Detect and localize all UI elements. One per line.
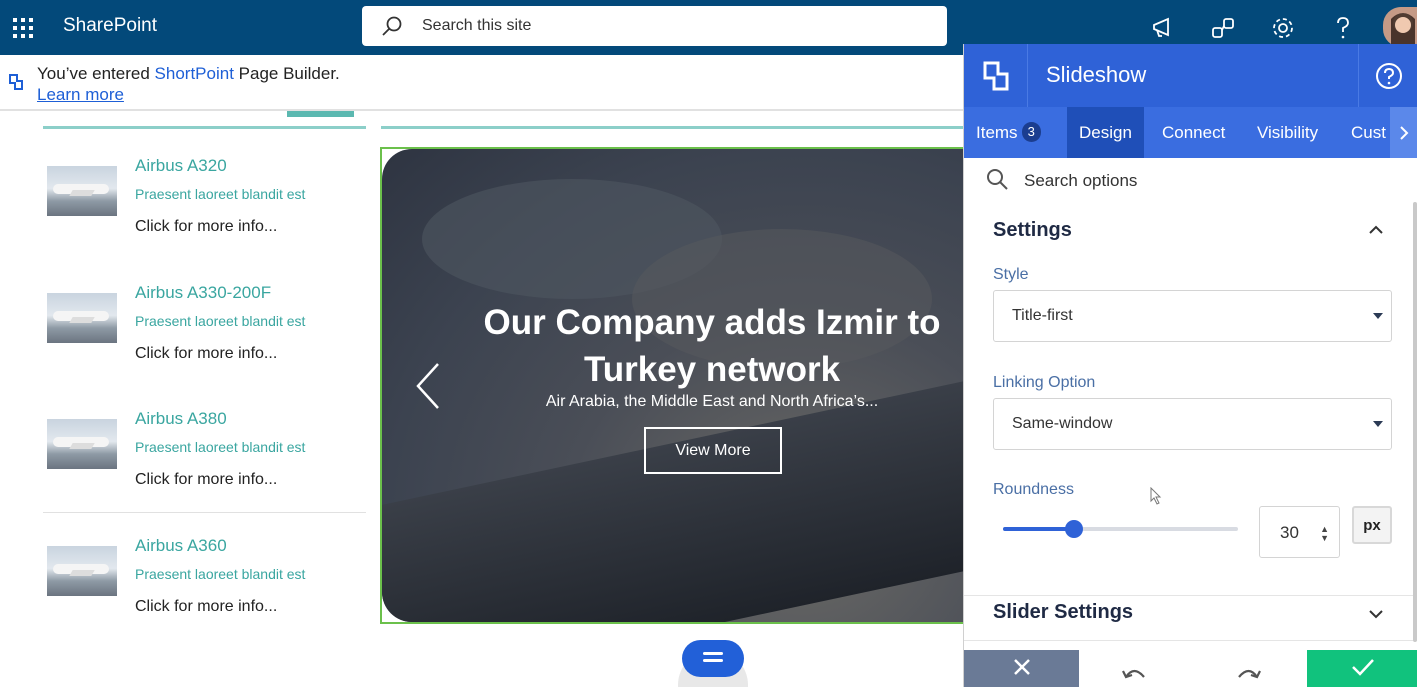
spinner-arrows-icon[interactable]: ▲ ▼ — [1320, 525, 1329, 543]
search-icon — [362, 15, 422, 37]
close-icon — [1013, 658, 1031, 679]
megaphone-icon[interactable] — [1147, 12, 1179, 44]
slider-settings-section[interactable]: Slider Settings — [964, 595, 1417, 641]
cancel-button[interactable] — [964, 650, 1079, 687]
roundness-slider-thumb[interactable] — [1064, 520, 1083, 538]
list-item-more-link[interactable]: Click for more info... — [135, 471, 277, 489]
mouse-cursor-icon — [1150, 486, 1162, 510]
notice-prefix: You’ve entered — [37, 64, 155, 83]
site-search-box[interactable]: Search this site — [362, 6, 947, 46]
search-icon — [986, 168, 1008, 195]
caret-down-icon — [1373, 313, 1383, 319]
style-select-value: Title-first — [1012, 307, 1073, 324]
slider-settings-heading[interactable]: Slider Settings — [993, 601, 1133, 624]
learn-more-link[interactable]: Learn more — [37, 84, 340, 105]
tab-design[interactable]: Design — [1067, 107, 1144, 158]
tab-items-label: Items — [976, 123, 1018, 142]
list-item-title[interactable]: Airbus A360 — [135, 536, 227, 556]
linking-option-select[interactable]: Same-window — [993, 398, 1392, 450]
waffle-icon[interactable] — [0, 0, 46, 55]
list-item-more-link[interactable]: Click for more info... — [135, 218, 277, 236]
page-menu-button[interactable] — [682, 640, 744, 677]
list-item-subtitle: Praesent laoreet blandit est — [135, 313, 306, 329]
list-item-subtitle: Praesent laoreet blandit est — [135, 439, 306, 455]
slideshow-slide[interactable]: Our Company adds Izmir to Turkey network… — [382, 149, 982, 622]
checkmark-icon — [1351, 658, 1375, 679]
panel-footer — [964, 650, 1417, 687]
airplane-thumbnail — [47, 166, 117, 216]
list-header-underline — [43, 126, 366, 129]
tab-visibility[interactable]: Visibility — [1245, 107, 1330, 158]
slide-subtitle: Air Arabia, the Middle East and North Af… — [545, 393, 879, 410]
help-icon[interactable] — [1327, 12, 1359, 44]
roundness-slider-fill — [1003, 527, 1074, 531]
tab-connect[interactable]: Connect — [1150, 107, 1237, 158]
linking-option-value: Same-window — [1012, 415, 1113, 432]
shortpoint-logo-icon — [8, 73, 24, 96]
slideshow-header-underline — [381, 126, 963, 129]
list-divider — [43, 512, 366, 513]
notice-suffix: Page Builder. — [233, 64, 340, 83]
airplane-thumbnail — [47, 293, 117, 343]
apply-button[interactable] — [1307, 650, 1417, 687]
slide-title: Our Company adds Izmir to Turkey network — [483, 303, 941, 389]
panel-header: Slideshow — [964, 44, 1417, 107]
list-item[interactable]: Airbus A320 Praesent laoreet blandit est… — [43, 156, 366, 266]
notice-text: You’ve entered ShortPoint Page Builder. … — [37, 63, 340, 105]
roundness-slider[interactable] — [1003, 520, 1238, 538]
shortpoint-logo-icon — [964, 44, 1028, 107]
airplane-thumbnail — [47, 419, 117, 469]
list-item-subtitle: Praesent laoreet blandit est — [135, 566, 306, 582]
avatar[interactable] — [1383, 7, 1417, 47]
roundness-value: 30 — [1280, 523, 1299, 542]
slideshow-settings-panel: Slideshow Items 3 Design Connect Visibili… — [963, 44, 1417, 687]
gear-icon[interactable] — [1267, 12, 1299, 44]
list-item-title[interactable]: Airbus A330-200F — [135, 283, 271, 303]
chevron-up-icon[interactable] — [1368, 222, 1384, 240]
style-select[interactable]: Title-first — [993, 290, 1392, 342]
chevron-down-icon[interactable] — [1368, 606, 1384, 624]
previous-slide-arrow-icon[interactable] — [414, 361, 442, 416]
panel-tabs: Items 3 Design Connect Visibility Cust — [964, 107, 1417, 158]
panel-search-placeholder: Search options — [1024, 171, 1138, 190]
roundness-unit-button[interactable]: px — [1352, 506, 1392, 544]
tabs-next-arrow-icon[interactable] — [1390, 107, 1417, 158]
people-network-icon[interactable] — [1207, 12, 1239, 44]
list-item-title[interactable]: Airbus A320 — [135, 156, 227, 176]
list-item[interactable]: Airbus A380 Praesent laoreet blandit est… — [43, 409, 366, 519]
undo-icon — [1120, 669, 1148, 686]
page-builder-notice: You’ve entered ShortPoint Page Builder. … — [0, 55, 963, 111]
panel-title: Slideshow — [1046, 62, 1147, 87]
linking-option-label: Linking Option — [993, 374, 1096, 391]
help-icon[interactable] — [1358, 44, 1417, 107]
list-item[interactable]: Airbus A360 Praesent laoreet blandit est… — [43, 536, 366, 646]
settings-section-heading[interactable]: Settings — [993, 219, 1072, 242]
app-title[interactable]: SharePoint — [63, 15, 157, 37]
list-item-more-link[interactable]: Click for more info... — [135, 345, 277, 363]
roundness-number-input[interactable]: 30 ▲ ▼ — [1259, 506, 1340, 558]
list-item-subtitle: Praesent laoreet blandit est — [135, 186, 306, 202]
airplane-thumbnail — [47, 546, 117, 596]
panel-search-box[interactable]: Search options — [986, 168, 1137, 194]
redo-icon — [1235, 669, 1263, 686]
style-label: Style — [993, 266, 1029, 283]
notice-brand: ShortPoint — [154, 64, 234, 83]
search-placeholder: Search this site — [422, 17, 532, 34]
view-more-button[interactable]: View More — [644, 427, 782, 474]
list-header-tab-indicator — [287, 111, 354, 117]
list-item[interactable]: Airbus A330-200F Praesent laoreet blandi… — [43, 283, 366, 393]
roundness-label: Roundness — [993, 481, 1074, 498]
panel-scrollbar[interactable] — [1413, 202, 1417, 642]
caret-down-icon — [1373, 421, 1383, 427]
redo-button[interactable] — [1224, 662, 1274, 687]
undo-button[interactable] — [1109, 662, 1159, 687]
tab-items[interactable]: Items 3 — [964, 107, 1053, 158]
menu-lines-icon — [703, 651, 723, 666]
list-item-title[interactable]: Airbus A380 — [135, 409, 227, 429]
items-count-badge: 3 — [1021, 122, 1041, 142]
list-item-more-link[interactable]: Click for more info... — [135, 598, 277, 616]
